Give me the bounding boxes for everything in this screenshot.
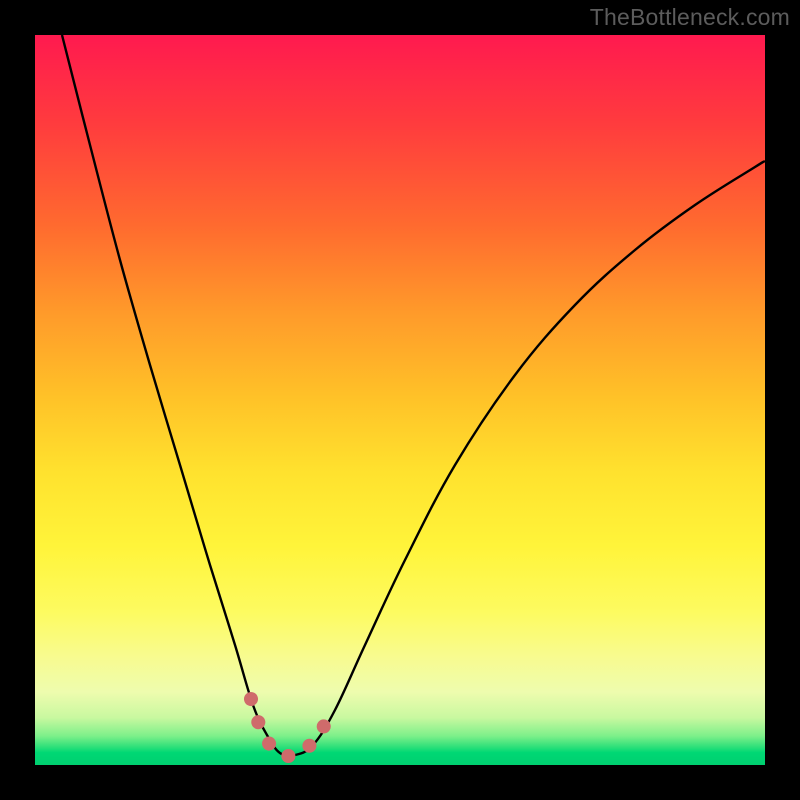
chart-svg	[35, 35, 765, 765]
plot-area	[35, 35, 765, 765]
chart-frame: TheBottleneck.com	[0, 0, 800, 800]
bottleneck-curve	[62, 35, 765, 756]
watermark-text: TheBottleneck.com	[590, 4, 790, 31]
